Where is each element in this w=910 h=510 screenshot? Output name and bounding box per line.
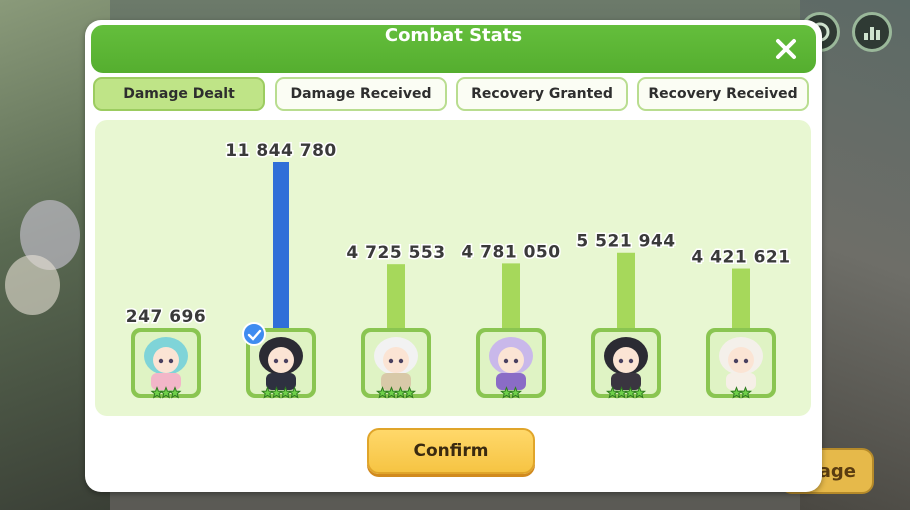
- character-face: [728, 347, 754, 373]
- character-outfit: [611, 373, 641, 390]
- character-outfit: [496, 373, 526, 390]
- dialog-title: Combat Stats: [384, 25, 523, 46]
- bar: [387, 264, 405, 332]
- close-icon[interactable]: [774, 37, 798, 61]
- character-face: [268, 347, 294, 373]
- bar: [273, 162, 289, 332]
- character-eye: [168, 358, 174, 364]
- bar: [502, 263, 520, 332]
- character-eye: [398, 358, 404, 364]
- bar: [732, 268, 750, 332]
- character-eye: [733, 358, 739, 364]
- bar-value-label: 4 421 621: [691, 248, 790, 268]
- character-eye: [388, 358, 394, 364]
- tab-damage-dealt[interactable]: Damage Dealt: [93, 77, 265, 111]
- dialog-header: Combat Stats: [91, 25, 816, 73]
- bar-value-label: 4 781 050: [461, 242, 560, 262]
- stats-icon[interactable]: [852, 12, 892, 52]
- bar-value-label: 247 696: [126, 307, 206, 327]
- badge-icon: [242, 322, 266, 346]
- character-card: [242, 322, 316, 399]
- character-outfit: [266, 373, 296, 390]
- stats-tabs: Damage Dealt Damage Received Recovery Gr…: [93, 77, 813, 113]
- chart-svg: 247 696 11 844 780 4 725 553 4 781 050 5 521…: [124, 140, 792, 399]
- bar: [617, 252, 635, 332]
- bar-value-label: 11 844 780: [225, 141, 336, 161]
- bar-value-label: 5 521 944: [576, 232, 675, 252]
- character-eye: [513, 358, 519, 364]
- confirm-button[interactable]: Confirm: [367, 428, 535, 474]
- character-face: [613, 347, 639, 373]
- tab-damage-received[interactable]: Damage Received: [275, 77, 447, 111]
- bar-value-label: 4 725 553: [346, 243, 445, 263]
- character-face: [498, 347, 524, 373]
- character-face: [153, 347, 179, 373]
- character-card: [706, 328, 776, 399]
- character-face: [383, 347, 409, 373]
- character-card: [361, 328, 431, 399]
- damage-chart: 247 696 11 844 780 4 725 553 4 781 050 5 521…: [95, 120, 811, 416]
- character-eye: [743, 358, 749, 364]
- character-eye: [618, 358, 624, 364]
- background-character: [5, 255, 60, 315]
- character-eye: [283, 358, 289, 364]
- character-outfit: [381, 373, 411, 390]
- tab-recovery-granted[interactable]: Recovery Granted: [456, 77, 628, 111]
- character-eye: [273, 358, 279, 364]
- character-card: [131, 328, 201, 399]
- character-outfit: [726, 373, 756, 390]
- character-eye: [628, 358, 634, 364]
- character-card: [476, 328, 546, 399]
- tab-recovery-received[interactable]: Recovery Received: [637, 77, 809, 111]
- combat-stats-dialog: Combat Stats Damage Dealt Damage Receive…: [85, 20, 822, 492]
- character-card: [591, 328, 661, 399]
- character-eye: [503, 358, 509, 364]
- character-eye: [158, 358, 164, 364]
